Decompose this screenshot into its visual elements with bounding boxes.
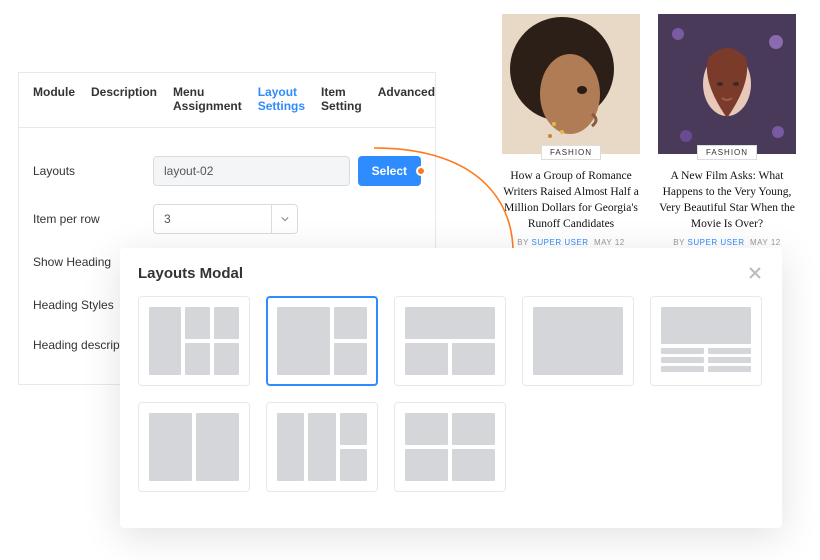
tab-module[interactable]: Module [25, 73, 83, 127]
item-per-row-value: 3 [164, 212, 171, 226]
layout-option-1[interactable] [138, 296, 250, 386]
category-badge: FASHION [697, 145, 757, 160]
select-button-label: Select [372, 164, 407, 178]
row-layouts: Layouts Select [33, 156, 421, 186]
layouts-label: Layouts [33, 164, 153, 178]
card-image: FASHION [658, 14, 796, 154]
chevron-down-icon [271, 205, 297, 233]
preview-panel: FASHION How a Group of Romance Writers R… [502, 14, 796, 247]
card-title: How a Group of Romance Writers Raised Al… [502, 168, 640, 232]
select-layout-button[interactable]: Select [358, 156, 421, 186]
close-icon[interactable] [746, 264, 764, 282]
tab-advanced[interactable]: Advanced [370, 73, 443, 127]
card-title: A New Film Asks: What Happens to the Ver… [658, 168, 796, 232]
select-indicator-dot [416, 166, 426, 176]
modal-title: Layouts Modal [138, 265, 243, 282]
layout-option-3[interactable] [394, 296, 506, 386]
layout-option-2[interactable] [266, 296, 378, 386]
modal-header: Layouts Modal [138, 264, 764, 282]
card-author: SUPER USER [532, 238, 589, 247]
layouts-input[interactable] [153, 156, 350, 186]
category-badge: FASHION [541, 145, 601, 160]
item-per-row-label: Item per row [33, 212, 153, 226]
card-meta: BY SUPER USER MAY 12 [658, 238, 796, 247]
layout-options [138, 296, 764, 492]
item-per-row-select[interactable]: 3 [153, 204, 298, 234]
row-item-per-row: Item per row 3 [33, 204, 421, 234]
preview-card-2: FASHION A New Film Asks: What Happens to… [658, 14, 796, 247]
tab-item-setting[interactable]: Item Setting [313, 73, 370, 127]
card-author: SUPER USER [688, 238, 745, 247]
card-meta: BY SUPER USER MAY 12 [502, 238, 640, 247]
layout-option-5[interactable] [650, 296, 762, 386]
layout-option-7[interactable] [266, 402, 378, 492]
tab-menu-assignment[interactable]: Menu Assignment [165, 73, 250, 127]
layout-option-8[interactable] [394, 402, 506, 492]
preview-card-1: FASHION How a Group of Romance Writers R… [502, 14, 640, 247]
tabs-bar: Module Description Menu Assignment Layou… [19, 73, 435, 128]
layouts-modal: Layouts Modal [120, 248, 782, 528]
tab-layout-settings[interactable]: Layout Settings [250, 73, 313, 127]
layout-option-6[interactable] [138, 402, 250, 492]
tab-description[interactable]: Description [83, 73, 165, 127]
layout-option-4[interactable] [522, 296, 634, 386]
card-image: FASHION [502, 14, 640, 154]
